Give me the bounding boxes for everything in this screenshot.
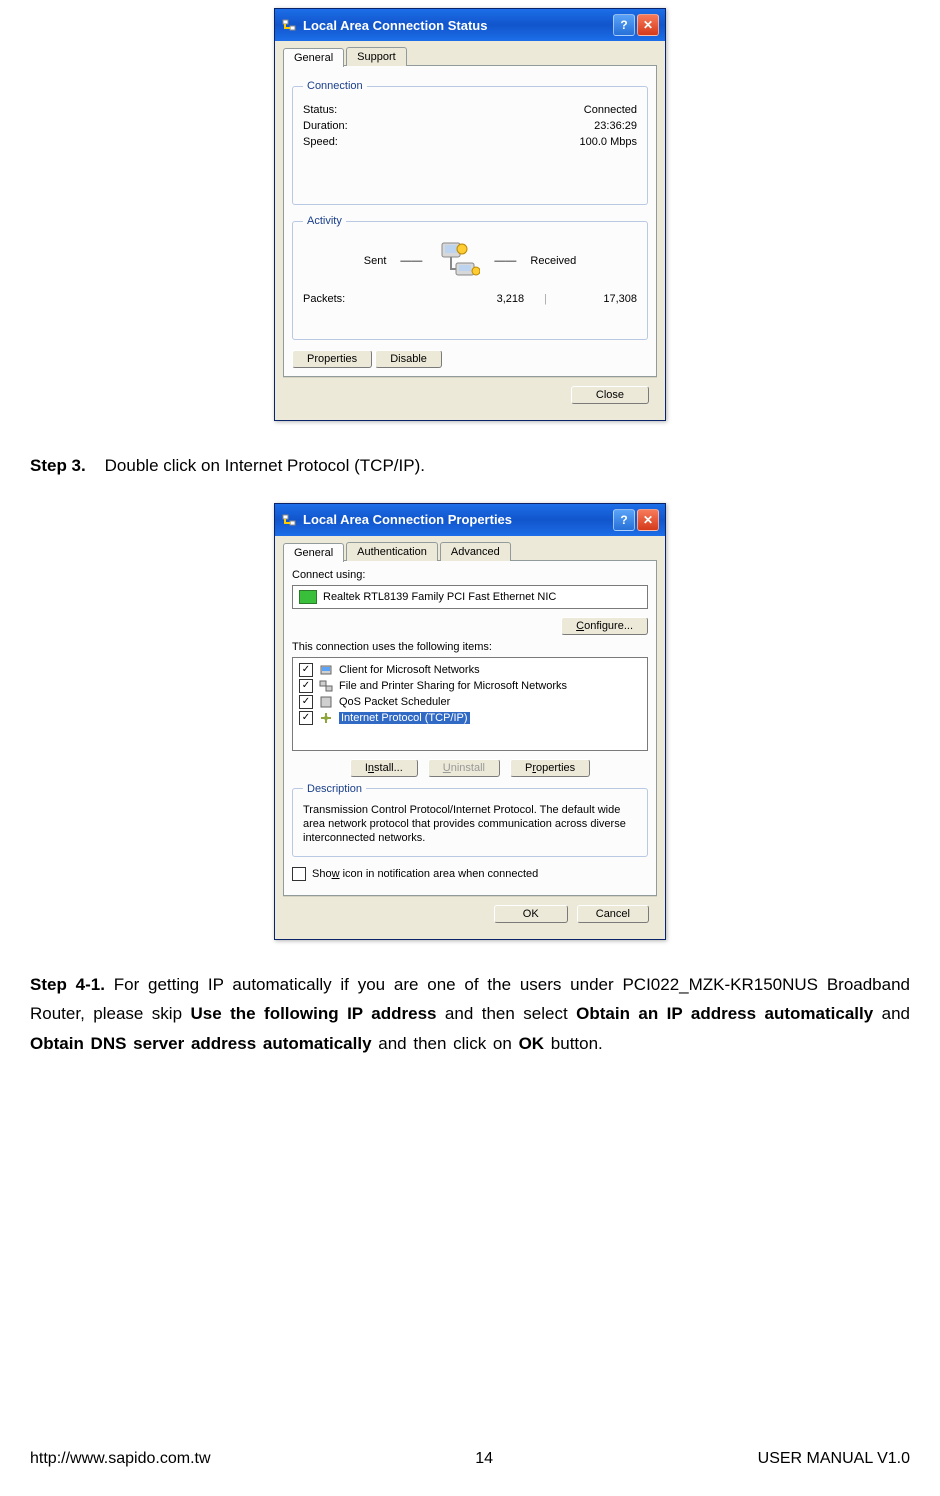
properties-button[interactable]: Properties <box>292 350 372 368</box>
close-button[interactable]: ✕ <box>637 14 659 36</box>
adapter-box: Realtek RTL8139 Family PCI Fast Ethernet… <box>292 585 648 609</box>
step41-paragraph: Step 4-1. For getting IP automatically i… <box>30 970 910 1059</box>
configure-rest: onfigure... <box>584 620 633 632</box>
checkbox-icon[interactable]: ✓ <box>299 679 313 693</box>
step3-text: Double click on Internet Protocol (TCP/I… <box>105 456 425 475</box>
step3-paragraph: Step 3. Double click on Internet Protoco… <box>30 451 910 481</box>
step41-part3: and <box>873 1004 910 1023</box>
close-button[interactable]: ✕ <box>637 509 659 531</box>
divider: | <box>544 293 547 305</box>
properties-window: Local Area Connection Properties ? ✕ Gen… <box>274 503 666 940</box>
share-icon <box>319 679 333 693</box>
list-item-label: Client for Microsoft Networks <box>339 664 480 676</box>
step41-bold4: OK <box>519 1034 545 1053</box>
titlebar: Local Area Connection Status ? ✕ <box>275 9 665 41</box>
tabs-bar: General Support <box>283 47 657 66</box>
checkbox-icon[interactable]: ✓ <box>299 711 313 725</box>
sent-label: Sent <box>364 255 387 267</box>
props-window-title: Local Area Connection Properties <box>303 512 611 527</box>
status-label: Status: <box>303 104 337 116</box>
tab-authentication[interactable]: Authentication <box>346 542 438 561</box>
packets-label: Packets: <box>303 293 345 305</box>
network-icon <box>281 512 297 528</box>
speed-value: 100.0 Mbps <box>580 136 637 148</box>
tab-advanced[interactable]: Advanced <box>440 542 511 561</box>
footer-version: USER MANUAL V1.0 <box>758 1450 910 1468</box>
titlebar-props: Local Area Connection Properties ? ✕ <box>275 504 665 536</box>
ok-button[interactable]: OK <box>494 905 568 923</box>
description-group: Description Transmission Control Protoco… <box>292 783 648 857</box>
activity-legend: Activity <box>303 215 346 227</box>
adapter-name: Realtek RTL8139 Family PCI Fast Ethernet… <box>323 591 556 603</box>
dash-right: —— <box>494 255 516 267</box>
step41-label: Step 4-1. <box>30 975 105 994</box>
list-item[interactable]: ✓ QoS Packet Scheduler <box>297 694 643 710</box>
step41-part4: and then click on <box>372 1034 519 1053</box>
network-activity-icon <box>436 241 480 281</box>
step41-bold1: Use the following IP address <box>190 1004 436 1023</box>
item-properties-button[interactable]: Properties <box>510 759 590 777</box>
show-icon-checkbox[interactable] <box>292 867 306 881</box>
disable-button[interactable]: Disable <box>375 350 442 368</box>
duration-value: 23:36:29 <box>594 120 637 132</box>
show-icon-label: Show icon in notification area when conn… <box>312 868 538 880</box>
configure-button[interactable]: Configure... <box>561 617 648 635</box>
close-dialog-button[interactable]: Close <box>571 386 649 404</box>
uninstall-button: Uninstall <box>428 759 500 777</box>
qos-icon <box>319 695 333 709</box>
speed-label: Speed: <box>303 136 338 148</box>
tab-general[interactable]: General <box>283 543 344 562</box>
packets-received: 17,308 <box>567 293 637 305</box>
step41-bold2: Obtain an IP address automatically <box>576 1004 873 1023</box>
list-item[interactable]: ✓ File and Printer Sharing for Microsoft… <box>297 678 643 694</box>
status-value: Connected <box>584 104 637 116</box>
network-icon <box>281 17 297 33</box>
tab-general[interactable]: General <box>283 48 344 67</box>
cancel-button[interactable]: Cancel <box>577 905 649 923</box>
duration-label: Duration: <box>303 120 348 132</box>
list-item-label: QoS Packet Scheduler <box>339 696 450 708</box>
window-title: Local Area Connection Status <box>303 18 611 33</box>
step41-part2: and then select <box>436 1004 576 1023</box>
footer-page: 14 <box>475 1450 493 1468</box>
step41-bold3: Obtain DNS server address automatically <box>30 1034 372 1053</box>
tcpip-icon <box>319 711 333 725</box>
status-window: Local Area Connection Status ? ✕ General… <box>274 8 666 421</box>
page-footer: http://www.sapido.com.tw 14 USER MANUAL … <box>30 1450 910 1468</box>
packets-sent: 3,218 <box>497 293 525 305</box>
step3-label: Step 3. <box>30 456 86 475</box>
items-label: This connection uses the following items… <box>292 641 648 653</box>
tab-support[interactable]: Support <box>346 47 407 66</box>
activity-group: Activity Sent —— <box>292 215 648 340</box>
list-item-label: Internet Protocol (TCP/IP) <box>339 712 470 724</box>
help-button[interactable]: ? <box>613 509 635 531</box>
connect-using-label: Connect using: <box>292 569 648 581</box>
footer-url: http://www.sapido.com.tw <box>30 1450 211 1468</box>
list-item-label: File and Printer Sharing for Microsoft N… <box>339 680 567 692</box>
checkbox-icon[interactable]: ✓ <box>299 663 313 677</box>
description-legend: Description <box>303 783 366 795</box>
client-icon <box>319 663 333 677</box>
list-item[interactable]: ✓ Client for Microsoft Networks <box>297 662 643 678</box>
install-button[interactable]: Install... <box>350 759 418 777</box>
connection-group: Connection Status: Connected Duration: 2… <box>292 80 648 205</box>
help-button[interactable]: ? <box>613 14 635 36</box>
connection-legend: Connection <box>303 80 367 92</box>
list-item-selected[interactable]: ✓ Internet Protocol (TCP/IP) <box>297 710 643 726</box>
received-label: Received <box>530 255 576 267</box>
step41-part5: button. <box>544 1034 603 1053</box>
items-listbox[interactable]: ✓ Client for Microsoft Networks ✓ File a… <box>292 657 648 751</box>
dash-left: —— <box>400 255 422 267</box>
nic-icon <box>299 590 317 604</box>
tabs-bar-props: General Authentication Advanced <box>283 542 657 561</box>
description-text: Transmission Control Protocol/Internet P… <box>303 803 637 846</box>
checkbox-icon[interactable]: ✓ <box>299 695 313 709</box>
